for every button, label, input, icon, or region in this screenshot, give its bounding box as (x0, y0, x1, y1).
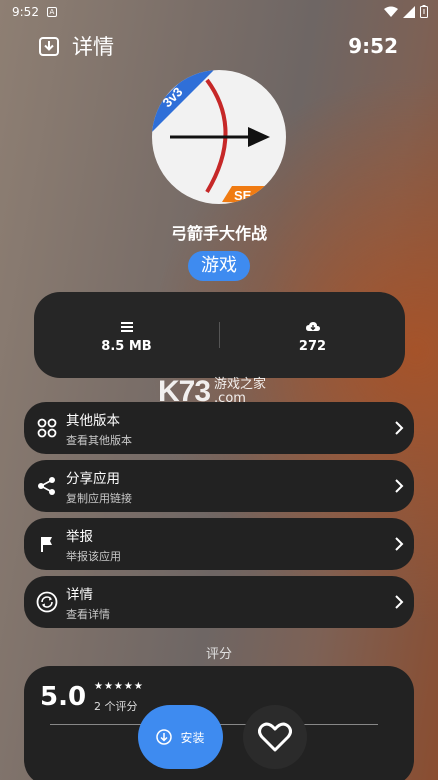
menu-subtitle: 举报该应用 (66, 549, 121, 563)
chevron-right-icon (395, 595, 404, 609)
chevron-right-icon (395, 537, 404, 551)
downloads-value: 272 (298, 338, 327, 354)
rating-section-label: 评分 (205, 647, 232, 662)
menu-other-versions[interactable]: 其他版本查看其他版本 (24, 402, 414, 454)
apps-grid-icon (37, 418, 57, 438)
battery-icon (420, 5, 428, 18)
category-tag[interactable]: 游戏 (188, 251, 250, 281)
menu-title: 其他版本 (66, 412, 120, 429)
flag-icon (41, 537, 52, 552)
status-icons (384, 5, 428, 18)
download-circle-icon (156, 729, 173, 745)
install-label: 安装 (180, 730, 205, 745)
chevron-right-icon (395, 421, 404, 435)
wifi-icon (384, 6, 398, 17)
favorite-button[interactable] (243, 705, 307, 769)
rating-count: 2 个评分 (94, 700, 138, 713)
menu-title: 举报 (66, 528, 93, 545)
header-clock: 9:52 (348, 34, 398, 58)
menu-report[interactable]: 举报 举报该应用 (24, 518, 414, 570)
size-stat: 8.5 MB (34, 317, 219, 354)
signal-icon (403, 5, 415, 18)
app-icon: 3v3 SE (152, 70, 286, 204)
download-box-icon[interactable] (38, 35, 60, 57)
install-button[interactable]: 安装 (138, 705, 223, 769)
menu-title: 分享应用 (66, 470, 120, 487)
status-bar: 9:52 A (0, 0, 438, 24)
app-name: 弓箭手大作战 (170, 224, 267, 243)
menu-share-app[interactable]: 分享应用复制应用链接 (24, 460, 414, 512)
rating-score: 5.0 (40, 682, 87, 712)
sync-icon (36, 591, 58, 613)
heart-icon (258, 722, 292, 752)
page-title: 详情 (72, 35, 114, 59)
stats-card: 8.5 MB 272 (34, 292, 405, 378)
size-value: 8.5 MB (101, 338, 152, 354)
chevron-right-icon (395, 479, 404, 493)
menu-details[interactable]: 详情 查看详情 (24, 576, 414, 628)
status-time: 9:52 (12, 5, 39, 19)
menu-subtitle: 复制应用链接 (66, 491, 132, 505)
list-icon (120, 321, 133, 332)
rating-stars: ★★★★★ (94, 681, 144, 692)
logo-badge-bottom: SE (234, 188, 252, 203)
watermark-line1: 游戏之家 (214, 377, 267, 392)
menu-title: 详情 (66, 586, 93, 603)
share-icon (38, 477, 55, 495)
downloads-stat: 272 (220, 317, 405, 354)
notification-icon: A (46, 7, 57, 17)
menu-subtitle: 查看其他版本 (66, 433, 132, 447)
menu-subtitle: 查看详情 (66, 607, 110, 621)
app-bar: 详情 (38, 32, 114, 60)
cloud-download-icon (305, 321, 320, 331)
